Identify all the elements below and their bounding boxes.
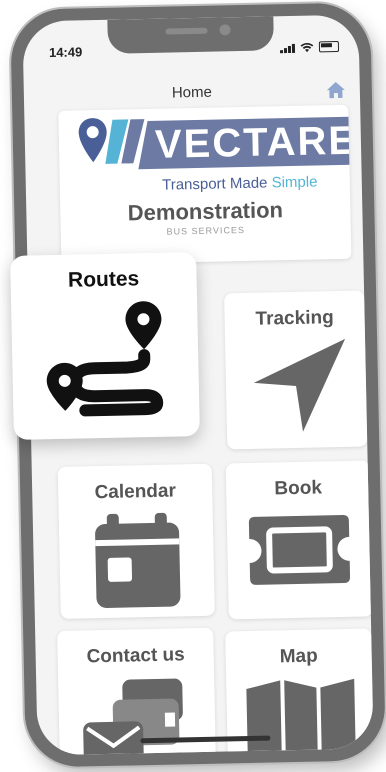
status-time: 14:49	[48, 44, 83, 61]
book-label: Book	[274, 477, 323, 500]
routes-tile[interactable]: Routes	[10, 252, 200, 440]
route-icon	[46, 301, 164, 417]
home-icon[interactable]	[326, 81, 346, 99]
routes-label: Routes	[67, 267, 140, 292]
mail-icon	[83, 678, 183, 756]
navigation-arrow-icon	[253, 338, 346, 432]
contact-label: Contact us	[86, 644, 185, 668]
brand-name: VECTARE	[154, 118, 352, 167]
signal-icon	[279, 42, 296, 53]
map-icon	[246, 678, 356, 756]
speaker	[165, 27, 208, 35]
calendar-label: Calendar	[94, 480, 177, 504]
calendar-tile[interactable]: Calendar	[57, 463, 215, 619]
wifi-icon	[300, 42, 314, 52]
page-title: Home	[171, 83, 213, 102]
ticket-icon	[248, 514, 351, 585]
book-tile[interactable]: Book	[225, 460, 373, 620]
status-bar: 14:49	[48, 39, 340, 63]
location-pin-logo-icon	[78, 118, 145, 164]
front-camera	[219, 24, 231, 36]
tracking-tile[interactable]: Tracking	[224, 290, 368, 450]
calendar-icon	[95, 512, 181, 608]
brand-banner: VECTARE Transport Made Simple Demonstrat…	[58, 104, 352, 265]
tracking-label: Tracking	[255, 307, 334, 330]
battery-icon	[318, 40, 340, 53]
map-label: Map	[279, 645, 318, 668]
